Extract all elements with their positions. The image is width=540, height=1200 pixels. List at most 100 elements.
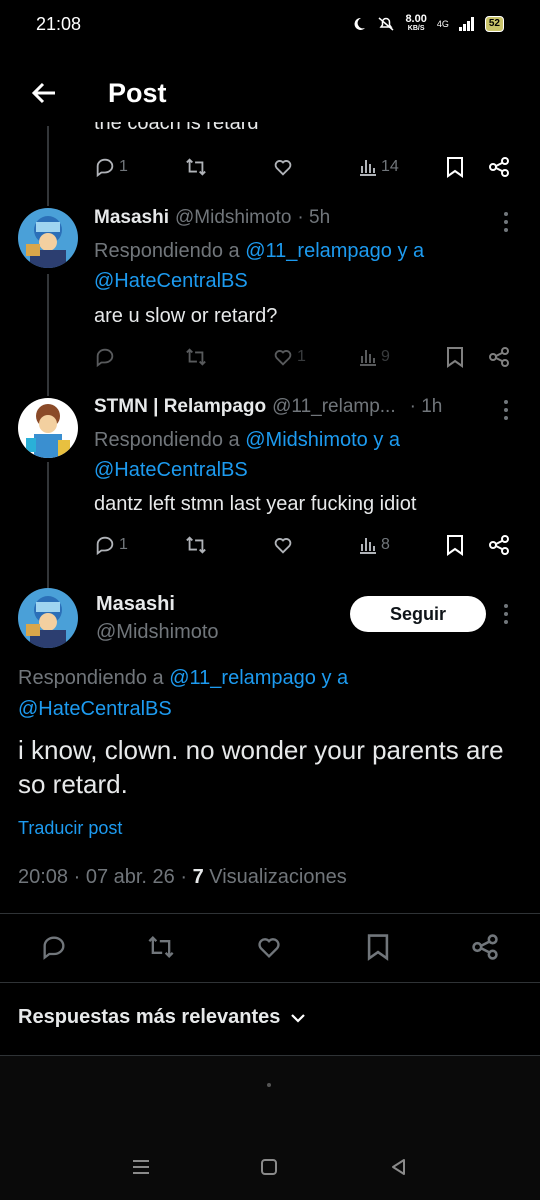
mention-link[interactable]: @HateCentralBS [94,270,248,292]
reply-button[interactable] [94,346,116,368]
thread-line [47,126,49,206]
like-button[interactable] [272,534,294,556]
status-time: 21:08 [36,13,82,34]
bookmark-button[interactable] [366,933,390,961]
views-label: Visualizaciones [203,866,347,888]
like-button[interactable]: 1 [272,346,306,368]
mention-link[interactable]: @11_relampago [245,240,392,262]
share-button[interactable] [488,534,510,556]
bookmark-button[interactable] [446,534,464,556]
post-time: · 5h [297,207,331,228]
home-square-icon [261,1159,277,1175]
reply-header: STMN | Relampago @11_relamp... · 1h [94,396,442,418]
handle[interactable]: @Midshimoto [175,207,291,229]
nav-home-button[interactable] [254,1152,284,1182]
reply-text: are u slow or retard? [94,305,278,327]
back-arrow-icon [31,82,55,104]
reply-icon [96,348,114,368]
mention-link[interactable]: @HateCentralBS [94,459,248,481]
thread-line [47,462,49,588]
more-icon [504,400,508,420]
repost-icon [186,158,206,176]
repost-button[interactable] [184,156,208,178]
network-type: 4G [436,19,449,29]
repost-icon [186,348,206,366]
reply-button[interactable] [40,933,68,961]
tweet-actions: 1 8 [94,530,514,560]
bookmark-button[interactable] [446,156,464,178]
like-icon [274,160,292,176]
replying-to: Respondiendo a @Midshimoto y a @HateCentr… [94,429,401,481]
more-icon [504,604,508,624]
back-triangle-icon [392,1159,405,1175]
post-time: · 1h [409,396,443,417]
status-icons: 8.00 KB/S 4G 52 [351,14,504,34]
sort-replies-dropdown[interactable]: Respuestas más relevantes [18,1006,306,1029]
post-actions [0,925,540,971]
handle[interactable]: @Midshimoto [96,621,219,644]
like-button[interactable] [255,933,283,961]
post-meta: 20:08 · 07 abr. 26 · 7 Visualizaciones [18,866,347,889]
mention-link[interactable]: @Midshimoto [245,429,368,451]
like-icon [274,350,292,366]
reply-icon [96,536,114,556]
translate-link[interactable]: Traducir post [18,818,122,839]
views-button[interactable]: 14 [358,157,399,177]
battery-icon: 52 [484,16,504,32]
follow-button[interactable]: Seguir [350,596,486,632]
reply-button[interactable]: 1 [94,534,128,556]
avatar[interactable] [18,208,78,268]
reply-icon [43,936,65,960]
sort-label: Respuestas más relevantes [18,1006,281,1028]
views-button[interactable]: 9 [358,347,390,367]
display-name[interactable]: Masashi [94,207,169,229]
reply-header: Masashi @Midshimoto · 5h [94,207,330,229]
avatar[interactable] [18,588,78,648]
views-icon [360,350,376,366]
share-icon [489,347,509,367]
replying-to: Respondiendo a @11_relampago y a @HateCen… [18,667,349,720]
nav-back-button[interactable] [384,1152,414,1182]
display-name[interactable]: Masashi [96,593,175,616]
repost-button[interactable] [184,346,208,368]
views-button[interactable]: 8 [358,535,390,555]
display-name[interactable]: STMN | Relampago [94,396,266,418]
bookmark-icon [447,157,463,178]
divider [0,1055,540,1056]
view-count: 7 [192,866,204,888]
more-button[interactable] [496,602,516,626]
more-button[interactable] [496,398,516,422]
bookmark-button[interactable] [446,346,464,368]
more-button[interactable] [496,210,516,234]
mention-link[interactable]: @HateCentralBS [18,698,172,720]
repost-icon [148,936,174,958]
repost-icon [186,536,206,554]
loading-dot [267,1083,271,1087]
share-button[interactable] [471,933,499,961]
share-button[interactable] [488,156,510,178]
moon-icon [354,17,366,30]
reply-button[interactable]: 1 [94,156,128,178]
like-button[interactable] [272,156,294,178]
page-title: Post [108,77,167,108]
nav-recents-button[interactable] [126,1152,156,1182]
mention-link[interactable]: @11_relampago [169,667,316,689]
divider [0,982,540,983]
back-button[interactable] [22,71,66,115]
handle[interactable]: @11_relamp... [272,396,396,418]
like-icon [274,538,292,554]
share-button[interactable] [488,346,510,368]
like-icon [258,938,280,958]
repost-button[interactable] [184,534,208,556]
tweet-actions: 1 9 [94,342,514,372]
avatar[interactable] [18,398,78,458]
views-icon [360,538,376,554]
repost-button[interactable] [146,933,176,961]
share-icon [489,535,509,555]
replying-to: Respondiendo a @11_relampago y a @HateCen… [94,240,425,292]
share-icon [489,157,509,177]
divider [0,913,540,914]
tweet-actions: 1 14 [94,152,514,182]
menu-icon [133,1160,149,1174]
more-icon [504,212,508,232]
